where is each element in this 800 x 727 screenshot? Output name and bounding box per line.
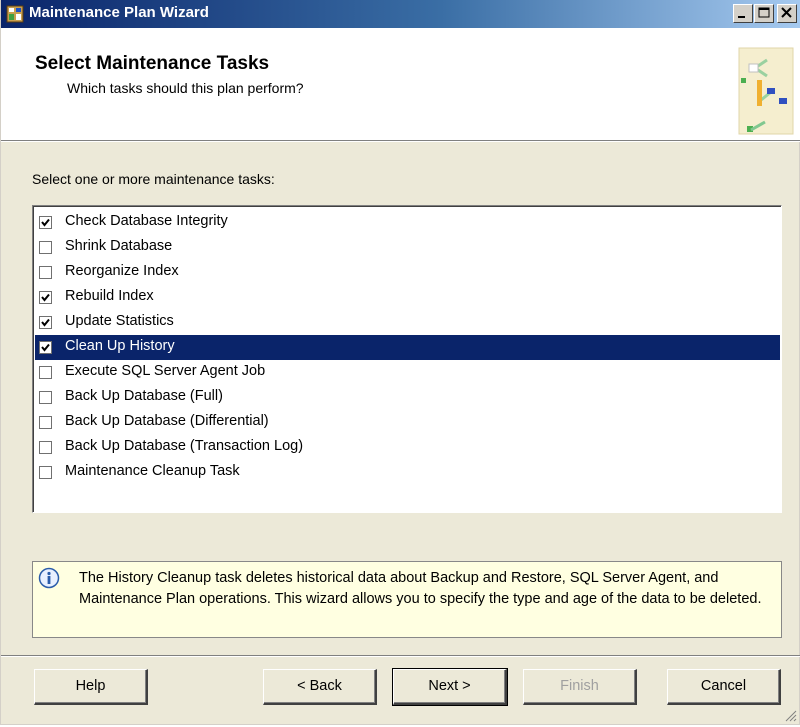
maximize-icon bbox=[758, 7, 770, 18]
checkmark-icon bbox=[41, 218, 50, 227]
task-checkbox[interactable] bbox=[39, 216, 52, 229]
task-list-item[interactable]: Reorganize Index bbox=[35, 260, 780, 285]
task-label: Update Statistics bbox=[65, 313, 174, 329]
task-prompt-label: Select one or more maintenance tasks: bbox=[32, 171, 275, 187]
window-title: Maintenance Plan Wizard bbox=[29, 4, 209, 21]
task-label: Maintenance Cleanup Task bbox=[65, 463, 240, 479]
wizard-header: Select Maintenance Tasks Which tasks sho… bbox=[1, 28, 800, 140]
cancel-button[interactable]: Cancel bbox=[667, 669, 781, 705]
task-label: Clean Up History bbox=[65, 338, 175, 354]
task-label: Execute SQL Server Agent Job bbox=[65, 363, 266, 379]
task-checkbox[interactable] bbox=[39, 441, 52, 454]
task-label: Rebuild Index bbox=[65, 288, 154, 304]
task-list-item[interactable]: Back Up Database (Transaction Log) bbox=[35, 435, 780, 460]
next-button[interactable]: Next > bbox=[392, 668, 508, 706]
task-checkbox[interactable] bbox=[39, 366, 52, 379]
minimize-icon bbox=[738, 16, 745, 18]
close-icon bbox=[781, 7, 792, 18]
task-checkbox[interactable] bbox=[39, 291, 52, 304]
task-list-item[interactable]: Execute SQL Server Agent Job bbox=[35, 360, 780, 385]
task-checkbox[interactable] bbox=[39, 316, 52, 329]
task-checklist[interactable]: Check Database Integrity Shrink Database R… bbox=[32, 205, 782, 513]
minimize-button[interactable] bbox=[733, 4, 753, 23]
checkmark-icon bbox=[41, 293, 50, 302]
page-subtitle: Which tasks should this plan perform? bbox=[67, 80, 304, 96]
task-list-item[interactable]: Maintenance Cleanup Task bbox=[35, 460, 780, 485]
page-title: Select Maintenance Tasks bbox=[35, 53, 270, 74]
help-button[interactable]: Help bbox=[34, 669, 148, 705]
task-checkbox[interactable] bbox=[39, 341, 52, 354]
task-checkbox[interactable] bbox=[39, 466, 52, 479]
wizard-app-icon bbox=[6, 5, 24, 23]
task-checkbox[interactable] bbox=[39, 241, 52, 254]
task-label: Reorganize Index bbox=[65, 263, 179, 279]
task-label: Back Up Database (Full) bbox=[65, 388, 223, 404]
task-list-item[interactable]: Update Statistics bbox=[35, 310, 780, 335]
task-list-item[interactable]: Check Database Integrity bbox=[35, 210, 780, 235]
back-button[interactable]: < Back bbox=[263, 669, 377, 705]
maintenance-plan-wizard-window: Maintenance Plan Wizard Select Maintenan… bbox=[0, 0, 800, 725]
task-list-item[interactable]: Clean Up History bbox=[35, 335, 780, 360]
close-button[interactable] bbox=[777, 4, 797, 23]
task-label: Back Up Database (Transaction Log) bbox=[65, 438, 304, 454]
task-checkbox[interactable] bbox=[39, 391, 52, 404]
info-icon bbox=[38, 567, 60, 589]
task-list-item[interactable]: Back Up Database (Full) bbox=[35, 385, 780, 410]
task-label: Shrink Database bbox=[65, 238, 173, 254]
task-label: Check Database Integrity bbox=[65, 213, 228, 229]
task-label: Back Up Database (Differential) bbox=[65, 413, 269, 429]
task-description-text: The History Cleanup task deletes histori… bbox=[79, 570, 762, 607]
task-checkbox[interactable] bbox=[39, 266, 52, 279]
task-checkbox[interactable] bbox=[39, 416, 52, 429]
maximize-button[interactable] bbox=[754, 4, 774, 23]
finish-button: Finish bbox=[523, 669, 637, 705]
task-description-box: The History Cleanup task deletes histori… bbox=[32, 561, 782, 638]
task-list-item[interactable]: Back Up Database (Differential) bbox=[35, 410, 780, 435]
task-list-item[interactable]: Shrink Database bbox=[35, 235, 780, 260]
resize-grip-icon[interactable] bbox=[783, 708, 797, 722]
task-list-item[interactable]: Rebuild Index bbox=[35, 285, 780, 310]
checkmark-icon bbox=[41, 343, 50, 352]
checkmark-icon bbox=[41, 318, 50, 327]
title-bar[interactable]: Maintenance Plan Wizard bbox=[1, 0, 800, 28]
maintenance-plan-graphic bbox=[721, 40, 797, 136]
